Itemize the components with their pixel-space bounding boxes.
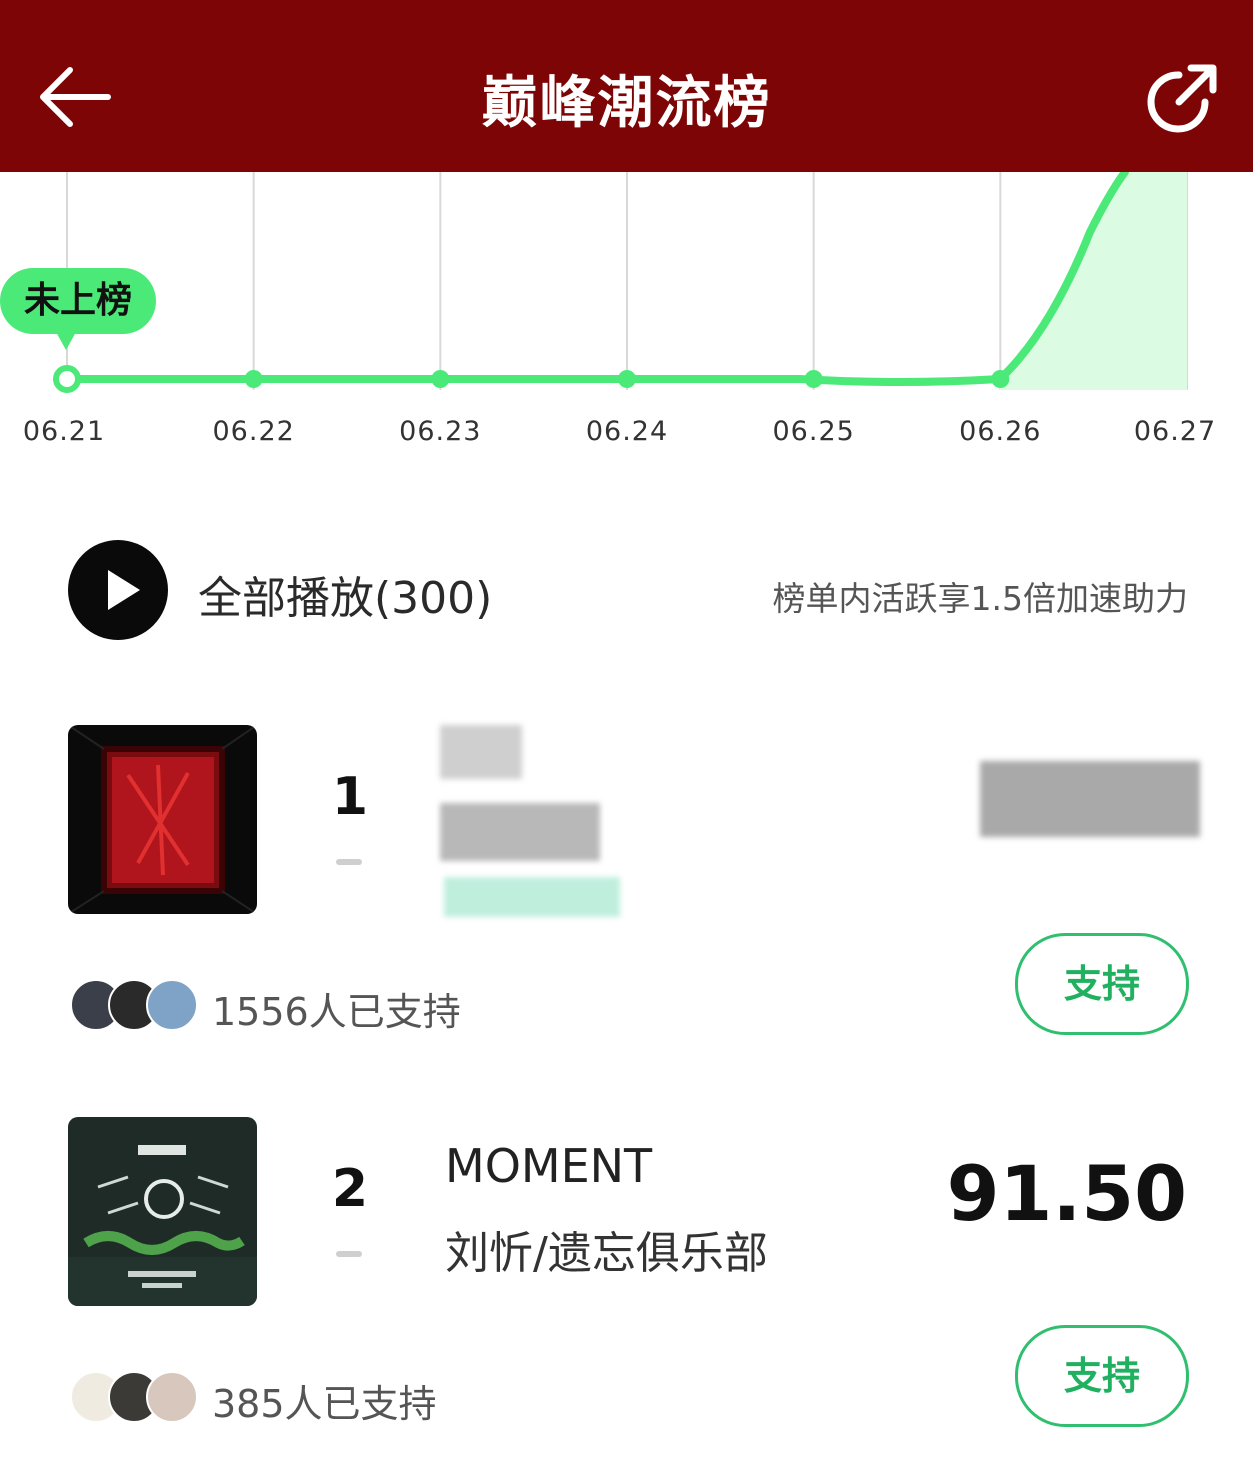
x-axis-label: 06.23 bbox=[399, 416, 482, 447]
chart-entry: 1 1556人已支持 支持 bbox=[0, 725, 1253, 1065]
x-axis-label: 06.26 bbox=[959, 416, 1042, 447]
rank-number: 2 bbox=[331, 1159, 369, 1219]
play-all-row: 全部播放(300) 榜单内活跃享1.5倍加速助力 bbox=[68, 540, 1188, 640]
chart-point bbox=[53, 365, 81, 393]
x-axis-label: 06.25 bbox=[772, 416, 855, 447]
supporters-count: 1556人已支持 bbox=[212, 990, 461, 1034]
chart-point bbox=[618, 370, 636, 388]
play-all-button[interactable]: 全部播放(300) bbox=[198, 562, 492, 626]
x-axis-label: 06.21 bbox=[22, 416, 106, 447]
x-axis-label: 06.22 bbox=[212, 416, 295, 447]
chart-point bbox=[804, 370, 823, 388]
rank-number: 1 bbox=[331, 767, 369, 827]
trend-area bbox=[1000, 172, 1187, 390]
rank-change-indicator bbox=[336, 1251, 362, 1257]
support-button[interactable]: 支持 bbox=[1015, 933, 1189, 1035]
supporters-count: 385人已支持 bbox=[212, 1382, 437, 1426]
top-bar: 巅峰潮流榜 bbox=[0, 0, 1253, 172]
chart-score: 91.50 bbox=[946, 1149, 1187, 1238]
chart-point bbox=[991, 370, 1010, 388]
trend-line bbox=[63, 172, 1129, 386]
not-ranked-label: 未上榜 bbox=[0, 268, 156, 350]
avatar bbox=[146, 979, 198, 1031]
obscured-title bbox=[440, 725, 522, 779]
play-icon[interactable] bbox=[68, 540, 168, 640]
x-axis-label: 06.24 bbox=[585, 416, 669, 447]
chart-point bbox=[244, 370, 263, 388]
album-cover[interactable] bbox=[68, 1117, 257, 1306]
avatar bbox=[146, 1371, 198, 1423]
page-title: 巅峰潮流榜 bbox=[481, 71, 772, 136]
obscured-artist bbox=[440, 803, 600, 861]
rank-change-indicator bbox=[336, 859, 362, 865]
boost-note: 榜单内活跃享1.5倍加速助力 bbox=[772, 579, 1188, 618]
chart-point bbox=[431, 370, 450, 388]
share-icon[interactable] bbox=[1143, 62, 1219, 138]
support-button[interactable]: 支持 bbox=[1015, 1325, 1189, 1427]
rank-trend-chart: 未上榜 06.21 06.22 06.23 06.24 06.25 06.26 06.27 bbox=[0, 172, 1253, 462]
obscured-tag bbox=[444, 877, 620, 917]
song-title[interactable]: MOMENT bbox=[445, 1139, 652, 1193]
obscured-score bbox=[980, 761, 1200, 837]
x-axis-label: 06.27 bbox=[1133, 416, 1217, 447]
album-cover[interactable] bbox=[68, 725, 257, 914]
song-artist[interactable]: 刘忻/遗忘俱乐部 bbox=[445, 1217, 768, 1281]
chart-entry: 2 MOMENT 刘忻/遗忘俱乐部 91.50 385人已支持 支持 bbox=[0, 1117, 1253, 1457]
